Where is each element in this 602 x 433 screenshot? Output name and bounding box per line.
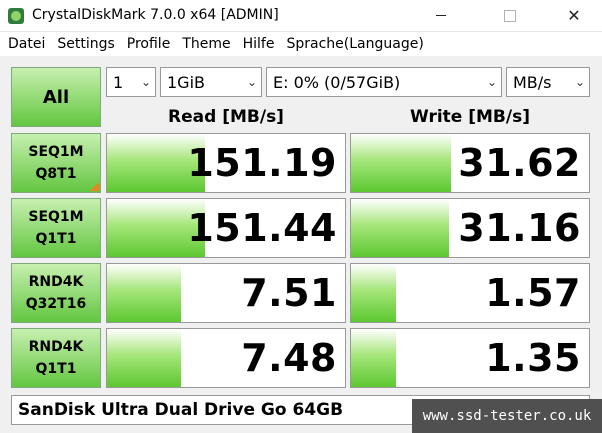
maximize-icon — [504, 9, 516, 22]
close-icon: ✕ — [567, 6, 581, 25]
write-bar — [351, 329, 397, 387]
test-button-rnd4k-q1t1[interactable]: RND4K Q1T1 — [11, 328, 101, 388]
write-value: 31.16 — [458, 206, 581, 250]
write-value: 31.62 — [458, 141, 581, 185]
menu-sprache[interactable]: Sprache(Language) — [282, 36, 427, 52]
test-button-seq1m-q8t1[interactable]: SEQ1M Q8T1 — [11, 133, 101, 193]
chevron-down-icon: ⌄ — [486, 75, 498, 89]
menu-settings[interactable]: Settings — [53, 36, 118, 52]
window-title: CrystalDiskMark 7.0.0 x64 [ADMIN] — [32, 7, 279, 23]
menu-hilfe[interactable]: Hilfe — [239, 36, 279, 52]
main-panel: All 1 ⌄ 1GiB ⌄ E: 0% (0/57GiB) ⌄ MB/s ⌄ … — [0, 57, 602, 433]
test-params: Q1T1 — [35, 361, 77, 377]
app-icon — [8, 8, 24, 24]
read-bar — [107, 329, 181, 387]
unit-value: MB/s — [513, 72, 552, 92]
read-bar — [107, 264, 181, 322]
close-button[interactable]: ✕ — [551, 0, 597, 31]
minimize-icon — [436, 15, 446, 16]
test-count-select[interactable]: 1 ⌄ — [106, 67, 156, 97]
all-button[interactable]: All — [11, 67, 101, 127]
write-bar — [351, 199, 449, 257]
test-name: RND4K — [28, 274, 84, 290]
write-result-rnd4k-q32t16: 1.57 — [350, 263, 590, 323]
write-result-seq1m-q1t1: 31.16 — [350, 198, 590, 258]
write-result-rnd4k-q1t1: 1.35 — [350, 328, 590, 388]
unit-select[interactable]: MB/s ⌄ — [506, 67, 590, 97]
menu-profile[interactable]: Profile — [123, 36, 175, 52]
test-button-rnd4k-q32t16[interactable]: RND4K Q32T16 — [11, 263, 101, 323]
test-name: SEQ1M — [28, 209, 84, 225]
test-size-value: 1GiB — [167, 72, 205, 92]
read-result-seq1m-q8t1: 151.19 — [106, 133, 346, 193]
write-bar — [351, 134, 451, 192]
all-button-label: All — [42, 86, 70, 108]
write-bar — [351, 264, 397, 322]
read-value: 7.48 — [241, 336, 337, 380]
write-header: Write [MB/s] — [410, 107, 530, 127]
chevron-down-icon: ⌄ — [246, 75, 258, 89]
read-header: Read [MB/s] — [168, 107, 284, 127]
test-name: SEQ1M — [28, 144, 84, 160]
title-bar: CrystalDiskMark 7.0.0 x64 [ADMIN] ✕ — [0, 0, 602, 32]
chevron-down-icon: ⌄ — [140, 75, 152, 89]
write-value: 1.35 — [485, 336, 581, 380]
test-params: Q1T1 — [35, 231, 77, 247]
write-result-seq1m-q8t1: 31.62 — [350, 133, 590, 193]
read-result-rnd4k-q1t1: 7.48 — [106, 328, 346, 388]
write-value: 1.57 — [485, 271, 581, 315]
menu-datei[interactable]: Datei — [4, 36, 49, 52]
maximize-button[interactable] — [487, 0, 533, 31]
test-params: Q8T1 — [35, 166, 77, 182]
read-value: 7.51 — [241, 271, 337, 315]
drive-value: E: 0% (0/57GiB) — [273, 72, 401, 92]
test-name: RND4K — [28, 339, 84, 355]
test-button-seq1m-q1t1[interactable]: SEQ1M Q1T1 — [11, 198, 101, 258]
test-size-select[interactable]: 1GiB ⌄ — [160, 67, 262, 97]
minimize-button[interactable] — [418, 0, 464, 31]
drive-select[interactable]: E: 0% (0/57GiB) ⌄ — [266, 67, 502, 97]
selected-marker-icon — [90, 182, 99, 191]
test-count-value: 1 — [113, 72, 124, 92]
comment-text: SanDisk Ultra Dual Drive Go 64GB — [18, 400, 344, 420]
read-result-seq1m-q1t1: 151.44 — [106, 198, 346, 258]
test-params: Q32T16 — [25, 296, 87, 312]
menu-bar: Datei Settings Profile Theme Hilfe Sprac… — [0, 32, 602, 56]
watermark: www.ssd-tester.co.uk — [412, 399, 602, 433]
read-value: 151.44 — [187, 206, 337, 250]
chevron-down-icon: ⌄ — [574, 75, 586, 89]
read-value: 151.19 — [187, 141, 337, 185]
read-result-rnd4k-q32t16: 7.51 — [106, 263, 346, 323]
menu-theme[interactable]: Theme — [178, 36, 234, 52]
